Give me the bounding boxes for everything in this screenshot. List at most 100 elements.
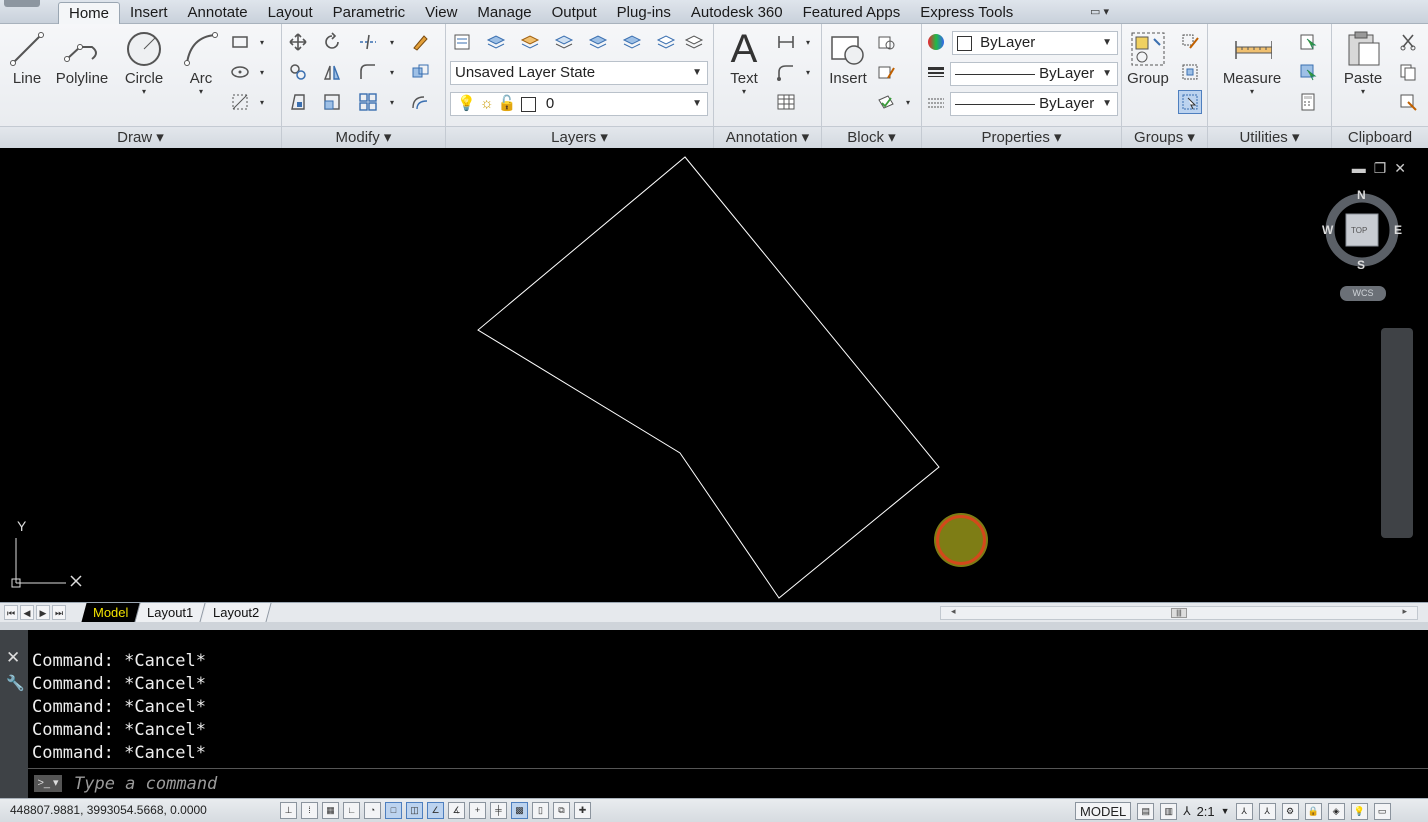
isolate-objects-icon[interactable]: 💡 (1350, 802, 1368, 820)
model-space-button[interactable]: MODEL (1075, 802, 1132, 820)
tab-model[interactable]: Model (81, 603, 141, 622)
tab-view[interactable]: View (415, 2, 467, 24)
measure-button[interactable]: Measure ▾ (1220, 28, 1284, 96)
transparency-icon[interactable]: ▩ (511, 802, 528, 819)
draw-panel-title[interactable]: Draw ▾ (0, 126, 281, 148)
fillet-button[interactable] (356, 60, 380, 84)
workspace-gear-icon[interactable]: ⚙ (1281, 802, 1299, 820)
arc-dropdown-icon[interactable]: ▾ (180, 87, 222, 96)
move-button[interactable] (286, 30, 310, 54)
quick-select-button[interactable] (1296, 30, 1320, 54)
fillet-dropdown-icon[interactable]: ▾ (390, 68, 394, 77)
tab-plug-ins[interactable]: Plug-ins (607, 2, 681, 24)
paste-button[interactable]: Paste ▾ (1338, 28, 1388, 96)
color-dropdown[interactable]: ByLayer ▼ (952, 31, 1118, 55)
ungroup-button[interactable] (1178, 60, 1202, 84)
viewcube-south[interactable]: S (1357, 258, 1365, 272)
circle-button[interactable]: Circle ▾ (122, 28, 166, 96)
grid-display-icon[interactable]: ▦ (322, 802, 339, 819)
group-button[interactable]: Group (1126, 28, 1170, 87)
tab-autodesk-360[interactable]: Autodesk 360 (681, 2, 793, 24)
hatch-fill-button[interactable] (228, 90, 252, 114)
explode-button[interactable] (408, 60, 432, 84)
viewcube-top-face[interactable]: TOP (1351, 226, 1367, 235)
layer-button-3[interactable] (518, 30, 542, 54)
layers-panel-title[interactable]: Layers ▾ (446, 126, 713, 148)
polyline-button[interactable]: Polyline (54, 28, 110, 87)
wrench-icon[interactable]: 🔧 (6, 674, 25, 692)
quick-view-drawings-icon[interactable]: ▥ (1160, 802, 1178, 820)
dimension-dropdown-icon[interactable]: ▾ (806, 38, 810, 47)
viewcube-north[interactable]: N (1357, 188, 1366, 202)
select-all-button[interactable] (1296, 60, 1320, 84)
leader-dropdown-icon[interactable]: ▾ (806, 68, 810, 77)
tab-layout[interactable]: Layout (258, 2, 323, 24)
text-button[interactable]: A Text ▾ (722, 27, 766, 97)
dynamic-input-icon[interactable]: + (469, 802, 486, 819)
layer-state-dropdown[interactable]: Unsaved Layer State ▼ (450, 61, 708, 85)
tab-output[interactable]: Output (542, 2, 607, 24)
object-snap-tracking-icon[interactable]: ∠ (427, 802, 444, 819)
viewcube-east[interactable]: E (1394, 223, 1402, 237)
hatch-dropdown-icon[interactable]: ▾ (260, 98, 264, 107)
text-dropdown-icon[interactable]: ▾ (722, 87, 766, 96)
measure-dropdown-icon[interactable]: ▾ (1220, 87, 1284, 96)
tab-layout1[interactable]: Layout1 (135, 603, 207, 622)
block-panel-title[interactable]: Block ▾ (822, 126, 921, 148)
tab-layout2[interactable]: Layout2 (201, 603, 272, 622)
tab-insert[interactable]: Insert (120, 2, 178, 24)
dimension-button[interactable] (774, 30, 798, 54)
annotation-panel-title[interactable]: Annotation ▾ (714, 126, 821, 148)
quick-access-toolbar[interactable] (4, 0, 40, 7)
leader-button[interactable] (774, 60, 798, 84)
annotation-scale[interactable]: 2:1 (1197, 804, 1215, 819)
command-input[interactable] (74, 772, 1374, 796)
lineweight-dropdown[interactable]: ByLayer ▼ (950, 62, 1118, 86)
annotation-visibility-icon[interactable]: ⅄ (1235, 802, 1253, 820)
annotation-monitor-icon[interactable]: ✚ (574, 802, 591, 819)
quick-properties-icon[interactable]: ▯ (532, 802, 549, 819)
lineweight-icon-button[interactable] (924, 61, 948, 85)
command-splitter[interactable] (0, 622, 1428, 630)
circle-dropdown-icon[interactable]: ▾ (122, 87, 166, 96)
attributes-dropdown-icon[interactable]: ▾ (906, 98, 910, 107)
copy-button[interactable] (286, 60, 310, 84)
edit-block-button[interactable] (874, 60, 898, 84)
next-tab-icon[interactable]: ▶ (36, 605, 50, 620)
dynamic-ucs-icon[interactable]: ∡ (448, 802, 465, 819)
wcs-menu[interactable]: WCS (1340, 286, 1386, 301)
copy-clip-button[interactable] (1396, 60, 1420, 84)
array-dropdown-icon[interactable]: ▾ (390, 98, 394, 107)
layer-button-4[interactable] (552, 30, 576, 54)
linetype-icon-button[interactable] (924, 91, 948, 115)
groups-panel-title[interactable]: Groups ▾ (1122, 126, 1207, 148)
infer-constraints-icon[interactable]: ⊥ (280, 802, 297, 819)
ortho-mode-icon[interactable]: ∟ (343, 802, 360, 819)
scale-dropdown-icon[interactable]: ▼ (1221, 806, 1230, 816)
edit-attributes-button[interactable] (874, 90, 898, 114)
rotate-button[interactable] (320, 30, 344, 54)
modify-panel-title[interactable]: Modify ▾ (282, 126, 445, 148)
lineweight-toggle-icon[interactable]: ╪ (490, 802, 507, 819)
insert-button[interactable]: Insert (826, 28, 870, 87)
group-edit-button[interactable] (1178, 30, 1202, 54)
last-tab-icon[interactable]: ⏭ (52, 605, 66, 620)
stretch-button[interactable] (286, 90, 310, 114)
scale-button[interactable] (320, 90, 344, 114)
tab-manage[interactable]: Manage (467, 2, 541, 24)
create-block-button[interactable] (874, 30, 898, 54)
layer-dropdown[interactable]: 💡 ☼ 🔓 0 ▼ (450, 92, 708, 116)
toolbar-lock-icon[interactable]: 🔒 (1304, 802, 1322, 820)
command-prompt-icon[interactable]: >_ ▾ (34, 775, 62, 792)
paste-dropdown-icon[interactable]: ▾ (1338, 87, 1388, 96)
offset-button[interactable] (408, 90, 432, 114)
scrollbar-thumb[interactable]: ||| (1171, 608, 1187, 618)
layer-button-7[interactable] (654, 30, 678, 54)
polar-tracking-icon[interactable]: ◔ (364, 802, 381, 819)
viewcube[interactable]: N S E W TOP (1322, 188, 1404, 280)
drawing-viewport[interactable]: ▬❐✕ N S E W TOP WCS Y (0, 150, 1428, 602)
selection-cycling-icon[interactable]: ⧉ (553, 802, 570, 819)
polyline-shape[interactable] (477, 156, 940, 599)
scroll-right-icon[interactable]: ▸ (1402, 606, 1407, 617)
erase-button[interactable] (408, 30, 432, 54)
